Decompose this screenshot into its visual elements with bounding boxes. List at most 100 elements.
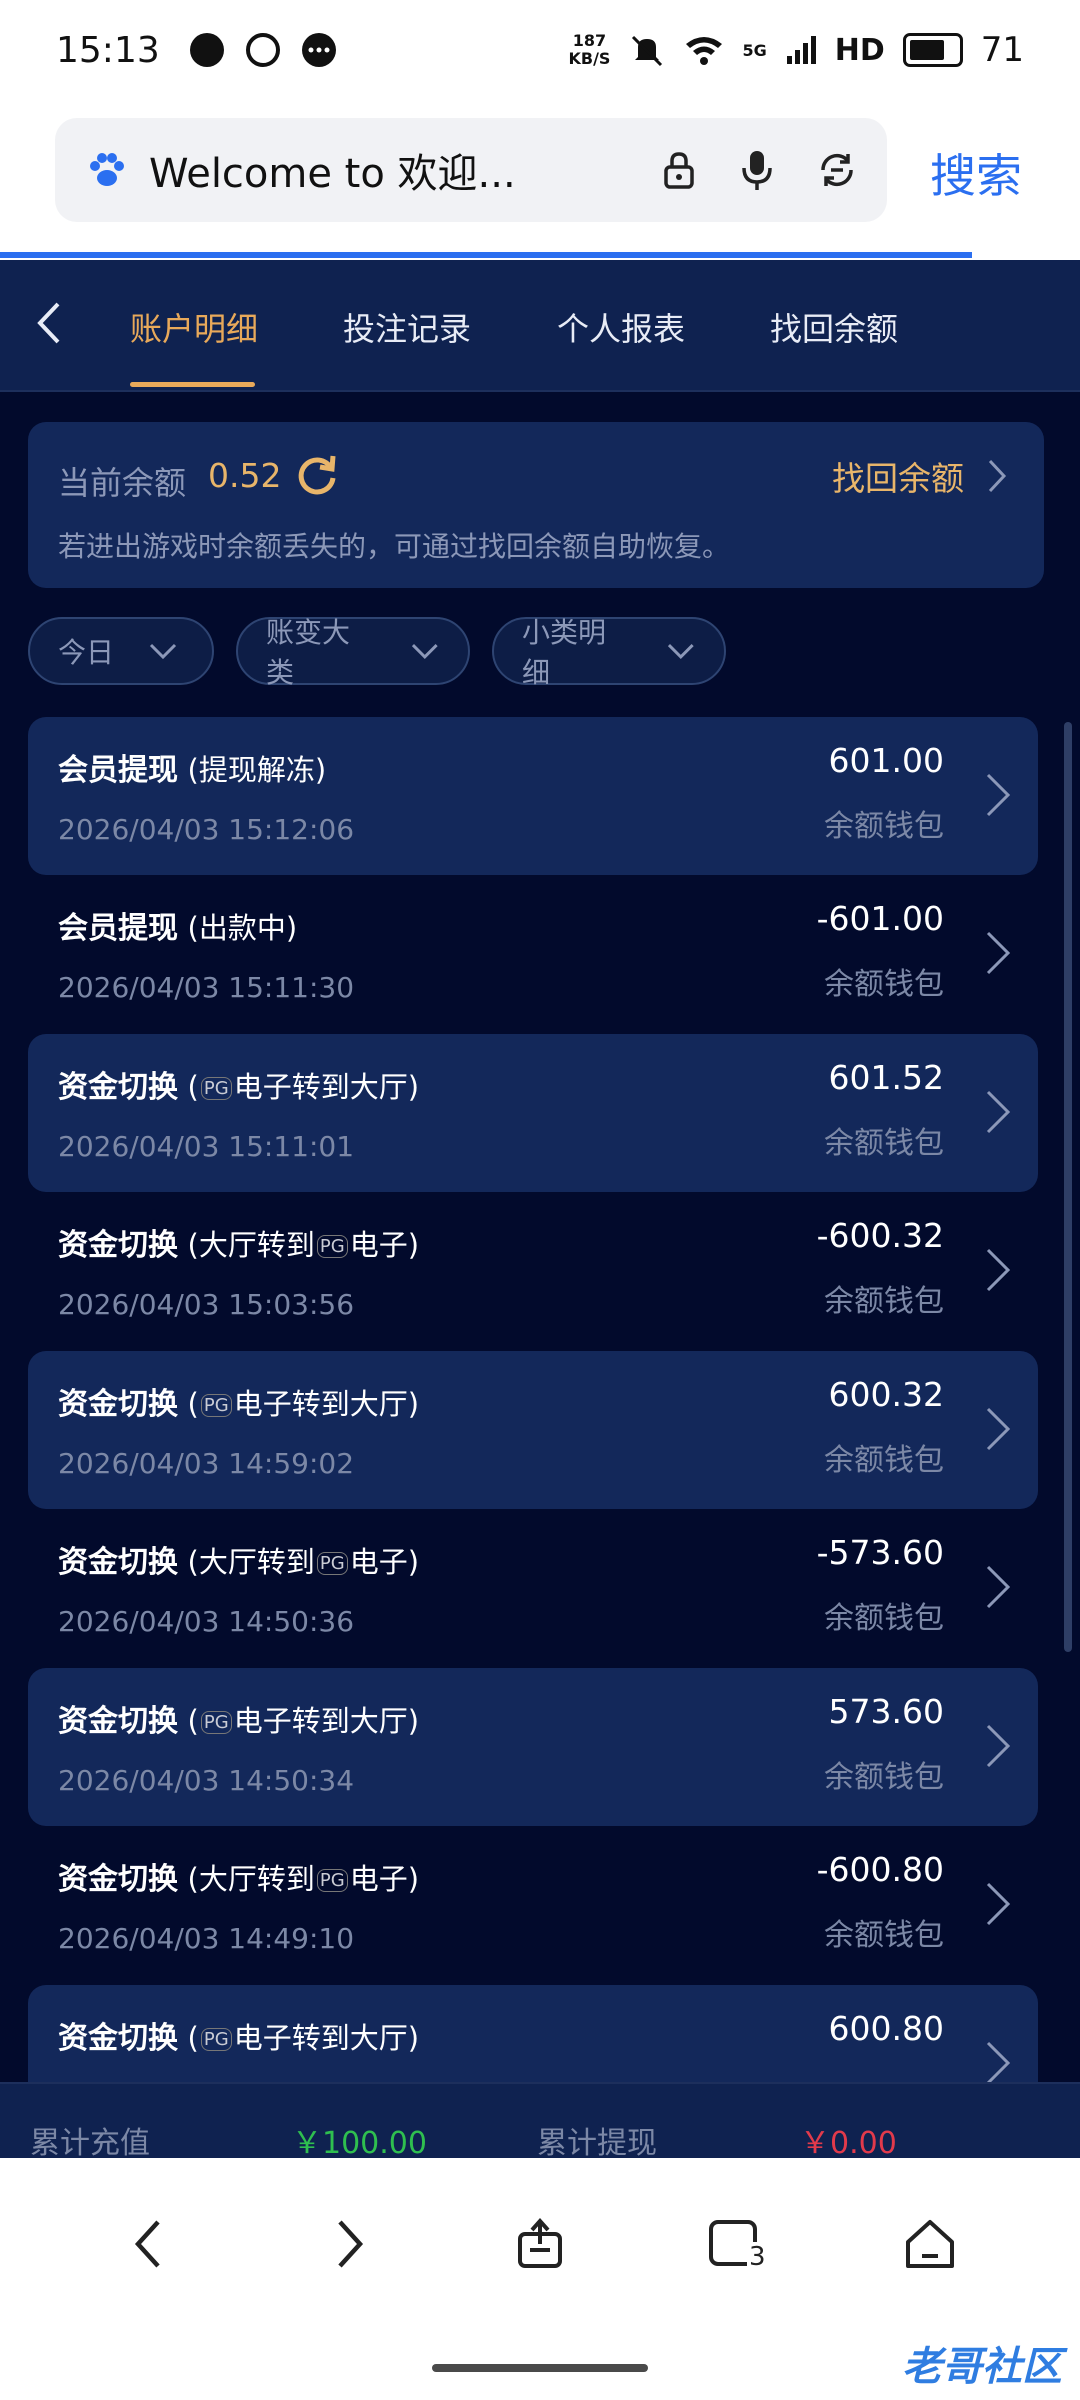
transaction-wallet: 余额钱包: [824, 1760, 944, 1795]
transaction-row[interactable]: 资金切换 (PG 电子转到大厅) 2026/04/03 15:11:01 601.…: [28, 1034, 1038, 1192]
balance-card: 当前余额 0.52 找回余额 若进出游戏时余额丢失的，可通过找回余额自助恢复。: [28, 422, 1044, 588]
baidu-paw-icon: [90, 153, 124, 186]
nav-forward-icon[interactable]: [318, 2214, 378, 2274]
balance-value: 0.52: [208, 456, 282, 495]
filter-category[interactable]: 账变大类: [236, 616, 470, 689]
scan-icon[interactable]: [817, 150, 857, 190]
recover-balance-link[interactable]: 找回余额: [832, 452, 1008, 500]
transaction-time: 2026/04/03 15:11:01: [58, 1130, 355, 1163]
transaction-type: 资金切换: [58, 1545, 178, 1580]
transaction-wallet: 余额钱包: [824, 1443, 944, 1478]
notification-icon: [189, 33, 224, 67]
transaction-row[interactable]: 资金切换 (大厅转到 PG 电子) 2026/04/03 14:49:10 -600…: [28, 1826, 1038, 1984]
status-bar: 15:13 187 KB/S 5G HD 71: [0, 0, 1080, 100]
transaction-time: 2026/04/03 14:50:34: [58, 1764, 355, 1797]
page-load-progress: [0, 252, 972, 258]
transaction-time: 2026/04/03 15:11:30: [58, 971, 355, 1004]
nav-back-icon[interactable]: [120, 2214, 180, 2274]
filter-subcategory[interactable]: 小类明细: [492, 616, 726, 689]
transaction-wallet: 余额钱包: [824, 1601, 944, 1636]
transaction-type: 资金切换: [58, 1704, 178, 1739]
search-button[interactable]: 搜索: [930, 140, 1022, 206]
total-recharge-value: ￥100.00: [292, 2126, 427, 2161]
browser-bar: Welcome to 欢迎... 搜索: [0, 100, 1080, 260]
transaction-type: 资金切换: [58, 1862, 178, 1897]
chevron-down-icon: [412, 644, 439, 660]
tabs-count: 3: [747, 2242, 768, 2272]
chevron-right-icon: [986, 1248, 1011, 1292]
pg-logo-icon: PG: [316, 1235, 348, 1258]
transaction-detail: (大厅转到 PG 电子): [187, 1862, 420, 1896]
transaction-amount: -573.60: [816, 1533, 944, 1572]
tab-bet-records[interactable]: 投注记录: [343, 304, 471, 350]
network-speed: 187 KB/S: [568, 31, 611, 68]
url-text[interactable]: Welcome to 欢迎...: [149, 141, 661, 199]
transaction-type: 资金切换: [58, 1228, 178, 1263]
microphone-icon[interactable]: [739, 148, 775, 192]
refresh-icon[interactable]: [293, 450, 341, 498]
transaction-type: 资金切换: [58, 2021, 178, 2056]
transaction-wallet: 余额钱包: [824, 809, 944, 844]
tab-account-details[interactable]: 账户明细: [130, 304, 258, 350]
chevron-right-icon: [986, 1407, 1011, 1451]
address-bar[interactable]: Welcome to 欢迎...: [55, 118, 887, 222]
chevron-right-icon: [986, 1724, 1011, 1768]
transaction-type: 资金切换: [58, 1387, 178, 1422]
transaction-row[interactable]: 资金切换 (大厅转到 PG 电子) 2026/04/03 15:03:56 -600…: [28, 1192, 1038, 1350]
total-recharge-label: 累计充值: [30, 2126, 150, 2161]
tab-recover-balance[interactable]: 找回余额: [770, 304, 898, 350]
status-time: 15:13: [56, 29, 160, 71]
total-withdraw-value: ￥0.00: [800, 2126, 897, 2161]
summary-bar: 累计充值 ￥100.00 累计提现 ￥0.00: [0, 2082, 1080, 2161]
transaction-time: 2026/04/03 15:12:06: [58, 813, 355, 846]
tabs-icon[interactable]: 3: [705, 2214, 768, 2274]
transaction-type: 会员提现: [58, 753, 178, 788]
transaction-row[interactable]: 资金切换 (PG 电子转到大厅) 2026/04/03 14:50:34 573.…: [28, 1668, 1038, 1826]
chevron-right-icon: [986, 2041, 1011, 2082]
pg-logo-icon: PG: [200, 1077, 232, 1100]
transaction-amount: 601.52: [828, 1058, 944, 1097]
chevron-right-icon: [986, 1565, 1011, 1609]
pg-logo-icon: PG: [316, 1552, 348, 1575]
active-tab-indicator: [130, 382, 255, 387]
transaction-detail: (PG 电子转到大厅): [187, 1387, 420, 1421]
tab-personal-report[interactable]: 个人报表: [557, 304, 685, 350]
recover-balance-label: 找回余额: [832, 459, 964, 498]
transaction-row[interactable]: 会员提现 (提现解冻) 2026/04/03 15:12:06 601.00 余…: [28, 717, 1038, 875]
transaction-type: 会员提现: [58, 911, 178, 946]
transaction-wallet: 余额钱包: [824, 967, 944, 1002]
balance-label: 当前余额: [58, 464, 187, 502]
transaction-detail: (PG 电子转到大厅): [187, 1070, 420, 1104]
mute-icon: [632, 35, 663, 67]
back-arrow-icon[interactable]: [28, 298, 68, 348]
pg-logo-icon: PG: [316, 1869, 348, 1892]
transaction-amount: -600.80: [816, 1850, 944, 1889]
share-icon[interactable]: [510, 2214, 570, 2274]
lock-icon[interactable]: [661, 150, 697, 190]
balance-description: 若进出游戏时余额丢失的，可通过找回余额自助恢复。: [58, 530, 731, 563]
transaction-detail: (PG 电子转到大厅): [187, 1704, 420, 1738]
network-type: 5G: [742, 40, 767, 60]
chevron-right-icon: [986, 1090, 1011, 1134]
hd-indicator: HD: [834, 32, 885, 68]
chevron-down-icon: [668, 644, 695, 660]
chevron-right-icon: [986, 773, 1011, 817]
chevron-right-icon: [986, 931, 1011, 975]
signal-icon: [786, 36, 816, 64]
tab-bar: 账户明细 投注记录 个人报表 找回余额: [0, 260, 1080, 392]
transaction-wallet: 余额钱包: [824, 1126, 944, 1161]
home-icon[interactable]: [900, 2214, 960, 2274]
transaction-row[interactable]: 资金切换 (大厅转到 PG 电子) 2026/04/03 14:50:36 -573…: [28, 1509, 1038, 1667]
transaction-row[interactable]: 资金切换 (PG 电子转到大厅) 600.80: [28, 1985, 1038, 2082]
transaction-detail: (提现解冻): [187, 753, 327, 787]
transaction-row[interactable]: 资金切换 (PG 电子转到大厅) 2026/04/03 14:59:02 600.…: [28, 1351, 1038, 1509]
message-icon: [301, 33, 336, 67]
transaction-row[interactable]: 会员提现 (出款中) 2026/04/03 15:11:30 -601.00 余…: [28, 875, 1038, 1033]
transaction-amount: 600.32: [828, 1375, 944, 1414]
transaction-detail: (大厅转到 PG 电子): [187, 1545, 420, 1579]
transaction-amount: -600.32: [816, 1216, 944, 1255]
transaction-time: 2026/04/03 14:49:10: [58, 1922, 355, 1955]
transaction-time: 2026/04/03 14:59:02: [58, 1447, 355, 1480]
filter-date[interactable]: 今日: [28, 617, 214, 685]
scrollbar[interactable]: [1064, 722, 1072, 1652]
